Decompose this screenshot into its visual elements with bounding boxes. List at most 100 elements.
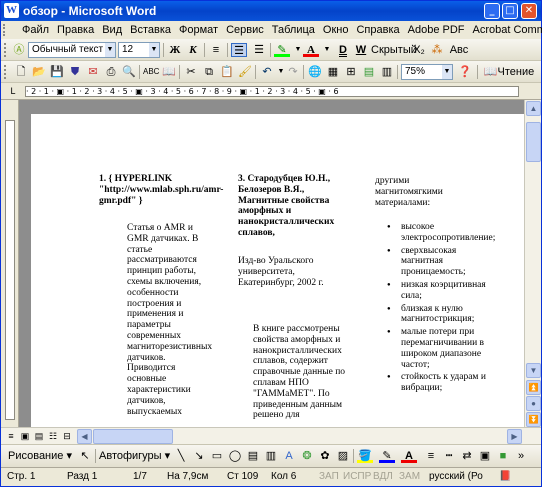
clip-art-icon[interactable]: ✿ <box>317 449 333 463</box>
document-page[interactable]: 1. { HYPERLINK "http://www.mlab.sph.ru/a… <box>31 114 524 427</box>
list-item[interactable]: низкая коэрцитивная сила; <box>387 280 487 302</box>
save-icon[interactable]: 💾 <box>49 65 65 79</box>
toolbar-grip-icon[interactable] <box>4 65 7 79</box>
copy-icon[interactable]: ⧉ <box>201 65 217 79</box>
previous-page-icon[interactable]: ⏫ <box>526 380 541 395</box>
arrow-style-icon[interactable]: ⇄ <box>459 449 475 463</box>
print-icon[interactable]: ⎙ <box>103 65 119 79</box>
col1-heading[interactable]: 1. { HYPERLINK "http://www.mlab.sph.ru/a… <box>99 174 223 206</box>
hyperlink-icon[interactable]: 🌐 <box>307 65 323 79</box>
autoshapes-menu-button[interactable]: Автофигуры ▾ <box>99 449 171 463</box>
chevron-down-icon[interactable]: ▼ <box>319 43 335 57</box>
status-overtype[interactable]: ЗАМ <box>399 471 420 483</box>
spelling-icon[interactable]: ABC <box>143 65 159 79</box>
vertical-text-box-icon[interactable]: ▥ <box>263 449 279 463</box>
research-icon[interactable]: 📖 <box>161 65 177 79</box>
styles-pane-icon[interactable]: Ⓐ <box>11 43 27 57</box>
subscript-icon[interactable]: X₂ <box>411 43 427 57</box>
columns-icon[interactable]: ▥ <box>379 65 395 79</box>
scroll-left-icon[interactable]: ◀ <box>77 429 92 444</box>
reading-mode-button[interactable]: 📖Чтение <box>481 65 537 79</box>
highlight-icon[interactable]: ✎ <box>274 43 290 57</box>
toolbar-grip-icon[interactable] <box>4 43 7 57</box>
rectangle-icon[interactable]: ▭ <box>209 449 225 463</box>
list-item[interactable]: малые потери при перемагничивании в широ… <box>387 327 487 370</box>
email-icon[interactable]: ✉ <box>85 65 101 79</box>
word-app-icon[interactable]: W <box>4 3 19 18</box>
close-icon[interactable]: ✕ <box>521 3 537 19</box>
chevron-down-icon[interactable]: ▼ <box>105 43 115 57</box>
hidden-text-button[interactable]: Скрытый <box>371 43 417 57</box>
align-center-icon[interactable]: ≡ <box>208 43 224 57</box>
text-box-icon[interactable]: ▤ <box>245 449 261 463</box>
maximize-icon[interactable]: □ <box>502 3 518 19</box>
word-underline-button[interactable]: W <box>353 43 369 57</box>
oval-icon[interactable]: ◯ <box>227 449 243 463</box>
bold-button[interactable]: Ж <box>167 43 183 57</box>
font-color-icon[interactable]: A <box>401 449 417 463</box>
status-record[interactable]: ЗАП <box>319 471 339 483</box>
minimize-icon[interactable]: _ <box>484 3 500 19</box>
col1-body[interactable]: Статья о AMR и GMR датчиках. В статье ра… <box>127 223 212 417</box>
menu-table[interactable]: Таблица <box>268 23 319 37</box>
horizontal-scroll-thumb[interactable] <box>93 429 173 444</box>
diagram-icon[interactable]: ❂ <box>299 449 315 463</box>
reading-layout-icon[interactable]: ⊟ <box>59 429 75 443</box>
menu-edit[interactable]: Правка <box>53 23 98 37</box>
small-caps-button[interactable]: Aвс <box>447 43 471 57</box>
insert-picture-icon[interactable]: ▨ <box>335 449 351 463</box>
menu-tools[interactable]: Сервис <box>222 23 268 37</box>
vertical-ruler[interactable] <box>1 100 19 427</box>
line-style-icon[interactable]: ≡ <box>423 449 439 463</box>
shadow-style-icon[interactable]: ▣ <box>477 449 493 463</box>
arrow-icon[interactable]: ↘ <box>191 449 207 463</box>
col3-bullet-list[interactable]: высокое электросопротивление; сверхвысок… <box>387 222 495 396</box>
dash-style-icon[interactable]: ┅ <box>441 449 457 463</box>
status-extend[interactable]: ВДЛ <box>373 471 393 483</box>
title-bar[interactable]: W обзор - Microsoft Word _ □ ✕ <box>1 1 541 21</box>
zoom-select[interactable]: 75% ▼ <box>401 64 453 80</box>
menu-view[interactable]: Вид <box>98 23 126 37</box>
vertical-scrollbar[interactable]: ▲ ▼ ⏫ ● ⏬ <box>524 100 541 427</box>
col2-publisher[interactable]: Изд-во Уральского университета, Екатерин… <box>238 256 338 288</box>
status-track[interactable]: ИСПР <box>343 471 371 483</box>
list-item[interactable]: стойкость к ударам и вибрации; <box>387 372 487 394</box>
bulleted-list-icon[interactable]: ☰ <box>231 43 247 57</box>
scroll-up-icon[interactable]: ▲ <box>526 101 541 116</box>
browse-object-icon[interactable]: ● <box>526 396 541 411</box>
list-item[interactable]: близкая к нулю магнитострикция; <box>387 304 487 326</box>
list-item[interactable]: высокое электросопротивление; <box>387 222 495 244</box>
menu-format[interactable]: Формат <box>175 23 222 37</box>
toolbar-grip-icon[interactable] <box>3 24 6 36</box>
menu-file[interactable]: Файл <box>18 23 53 37</box>
col3-intro[interactable]: другими магнитомягкими материалами: <box>375 176 475 208</box>
line-icon[interactable]: ╲ <box>173 449 189 463</box>
line-color-icon[interactable]: ✎ <box>379 449 395 463</box>
open-folder-icon[interactable]: 📂 <box>31 65 47 79</box>
draw-menu-button[interactable]: Рисование ▾ <box>4 449 74 463</box>
col2-body[interactable]: В книге рассмотрены свойства аморфных и … <box>253 324 351 421</box>
next-page-icon[interactable]: ⏬ <box>526 412 541 427</box>
cut-icon[interactable]: ✂ <box>183 65 199 79</box>
menu-acrobat-comments[interactable]: Acrobat Comments <box>469 23 542 37</box>
insert-table-icon[interactable]: ⊞ <box>343 65 359 79</box>
special-icon[interactable]: ⁂ <box>429 43 445 57</box>
fill-color-icon[interactable]: 🪣 <box>357 449 373 463</box>
tables-borders-icon[interactable]: ▦ <box>325 65 341 79</box>
wordart-icon[interactable]: A <box>281 449 297 463</box>
horizontal-ruler[interactable]: L · 2 · 1 · ▣ · 1 · 2 · 3 · 4 · 5 · ▣ · … <box>1 83 541 100</box>
list-item[interactable]: сверхвысокая магнитная проницаемость; <box>387 246 487 278</box>
col2-heading[interactable]: 3. Стародубцев Ю.Н., Белозеров В.Я., Маг… <box>238 174 338 239</box>
paste-icon[interactable]: 📋 <box>219 65 235 79</box>
font-size-select[interactable]: 12 ▼ <box>118 42 160 58</box>
double-underline-button[interactable]: D <box>335 43 351 57</box>
help-icon[interactable]: ❓ <box>457 65 473 79</box>
spelling-status-icon[interactable]: 📕 <box>499 471 511 483</box>
scroll-right-icon[interactable]: ▶ <box>507 429 522 444</box>
select-objects-icon[interactable]: ↖ <box>77 449 93 463</box>
menu-insert[interactable]: Вставка <box>126 23 175 37</box>
numbered-list-icon[interactable]: ☰ <box>251 43 267 57</box>
tab-selector-icon[interactable]: L <box>5 84 21 98</box>
redo-icon[interactable]: ↷ <box>285 65 301 79</box>
menu-adobe-pdf[interactable]: Adobe PDF <box>404 23 469 37</box>
